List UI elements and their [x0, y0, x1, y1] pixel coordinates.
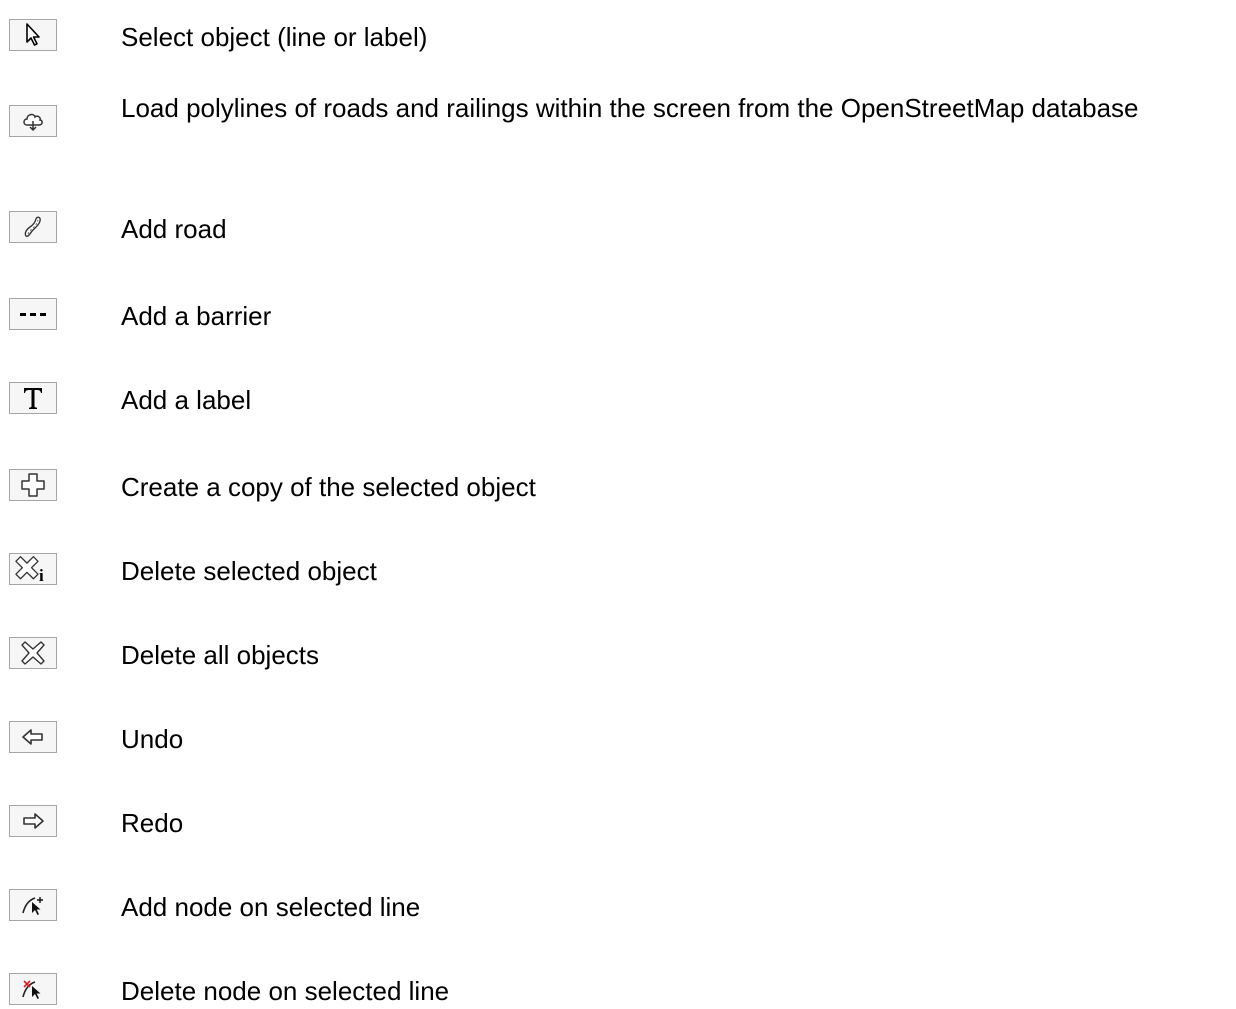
add-node-icon: [22, 897, 43, 915]
tool-description: Delete all objects: [121, 640, 319, 670]
delete-selected-icon: i: [15, 556, 44, 584]
copy-button[interactable]: [9, 469, 57, 501]
undo-button[interactable]: [9, 721, 57, 753]
add-road-button[interactable]: [9, 211, 57, 243]
tool-description: Undo: [121, 724, 184, 754]
delete-node-icon: [22, 980, 41, 999]
delete-selected-button[interactable]: i: [9, 553, 57, 585]
add-label-button[interactable]: [9, 382, 57, 414]
barrier-icon: [20, 313, 46, 316]
tool-description: Delete node on selected line: [121, 976, 450, 1006]
redo-button[interactable]: [9, 805, 57, 837]
delete-node-button[interactable]: [9, 973, 57, 1005]
redo-arrow-icon: [23, 813, 44, 829]
delete-all-icon: [21, 641, 45, 665]
tool-description: Select object (line or label): [121, 22, 428, 52]
text-icon: [24, 388, 42, 409]
tool-description: Add road: [121, 214, 227, 244]
tool-description: Load polylines of roads and railings wit…: [121, 93, 1139, 123]
select-arrow-icon: [26, 23, 40, 46]
add-barrier-button[interactable]: [9, 298, 57, 330]
cloud-download-icon: [23, 113, 43, 132]
delete-all-button[interactable]: [9, 637, 57, 669]
add-node-button[interactable]: [9, 889, 57, 921]
tool-description: Delete selected object: [121, 556, 377, 586]
copy-plus-icon: [21, 473, 45, 497]
tool-description: Create a copy of the selected object: [121, 472, 536, 502]
svg-text:i: i: [39, 566, 44, 584]
tool-description: Add a barrier: [121, 301, 272, 331]
tool-description: Add a label: [121, 385, 252, 415]
tool-description: Redo: [121, 808, 184, 838]
undo-arrow-icon: [22, 729, 43, 745]
road-icon: [24, 216, 41, 237]
load-osm-button[interactable]: [9, 105, 57, 137]
tool-description: Add node on selected line: [121, 892, 421, 922]
select-button[interactable]: [9, 19, 57, 51]
